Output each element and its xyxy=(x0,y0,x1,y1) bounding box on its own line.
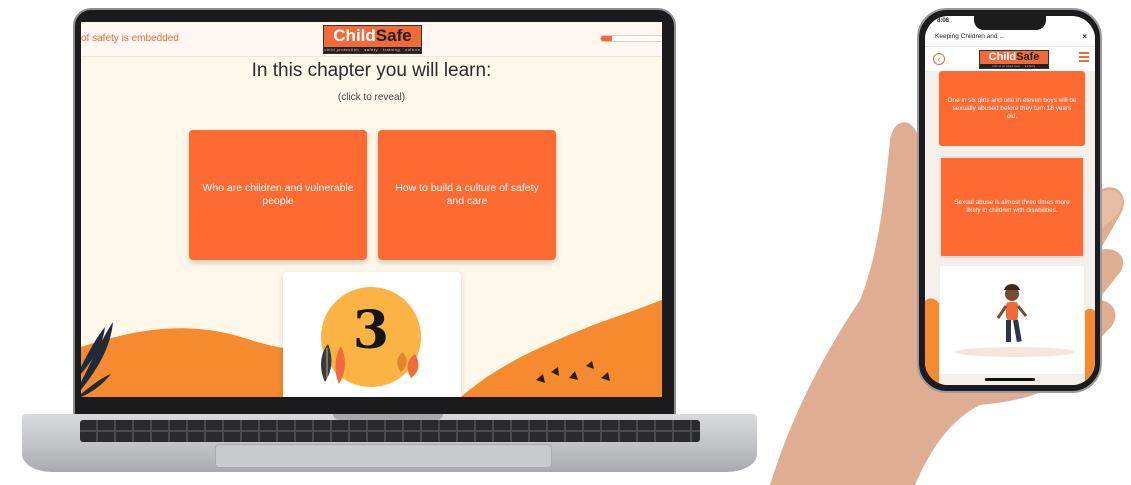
phone-content: One in six girls and one in eleven boys … xyxy=(925,71,1095,385)
phone-tab-bar: Keeping Children and ... × xyxy=(925,30,1095,47)
phone-logo-word-child: Child xyxy=(988,51,1017,63)
tab-title: Keeping Children and ... xyxy=(935,33,1005,40)
status-time: 8:08 xyxy=(937,18,950,24)
hamburger-menu-icon[interactable] xyxy=(1079,52,1089,64)
phone-app-header: ‹ ChildSafe child protection · safety xyxy=(925,47,1095,71)
home-indicator xyxy=(985,378,1035,381)
phone-childsafe-logo: ChildSafe child protection · safety xyxy=(979,50,1049,69)
phone-logo-word-safe: Safe xyxy=(1016,51,1040,63)
phone-notch xyxy=(974,16,1046,30)
child-walking-illustration xyxy=(955,284,1075,357)
phone-screen: 8:08 Keeping Children and ... × ‹ ChildS… xyxy=(925,16,1095,385)
close-icon[interactable]: × xyxy=(1082,32,1087,41)
back-arrow-icon[interactable]: ‹ xyxy=(933,53,945,65)
child-illustration-card xyxy=(939,265,1085,375)
phone-logo-tagline: child protection · safety xyxy=(980,64,1048,68)
